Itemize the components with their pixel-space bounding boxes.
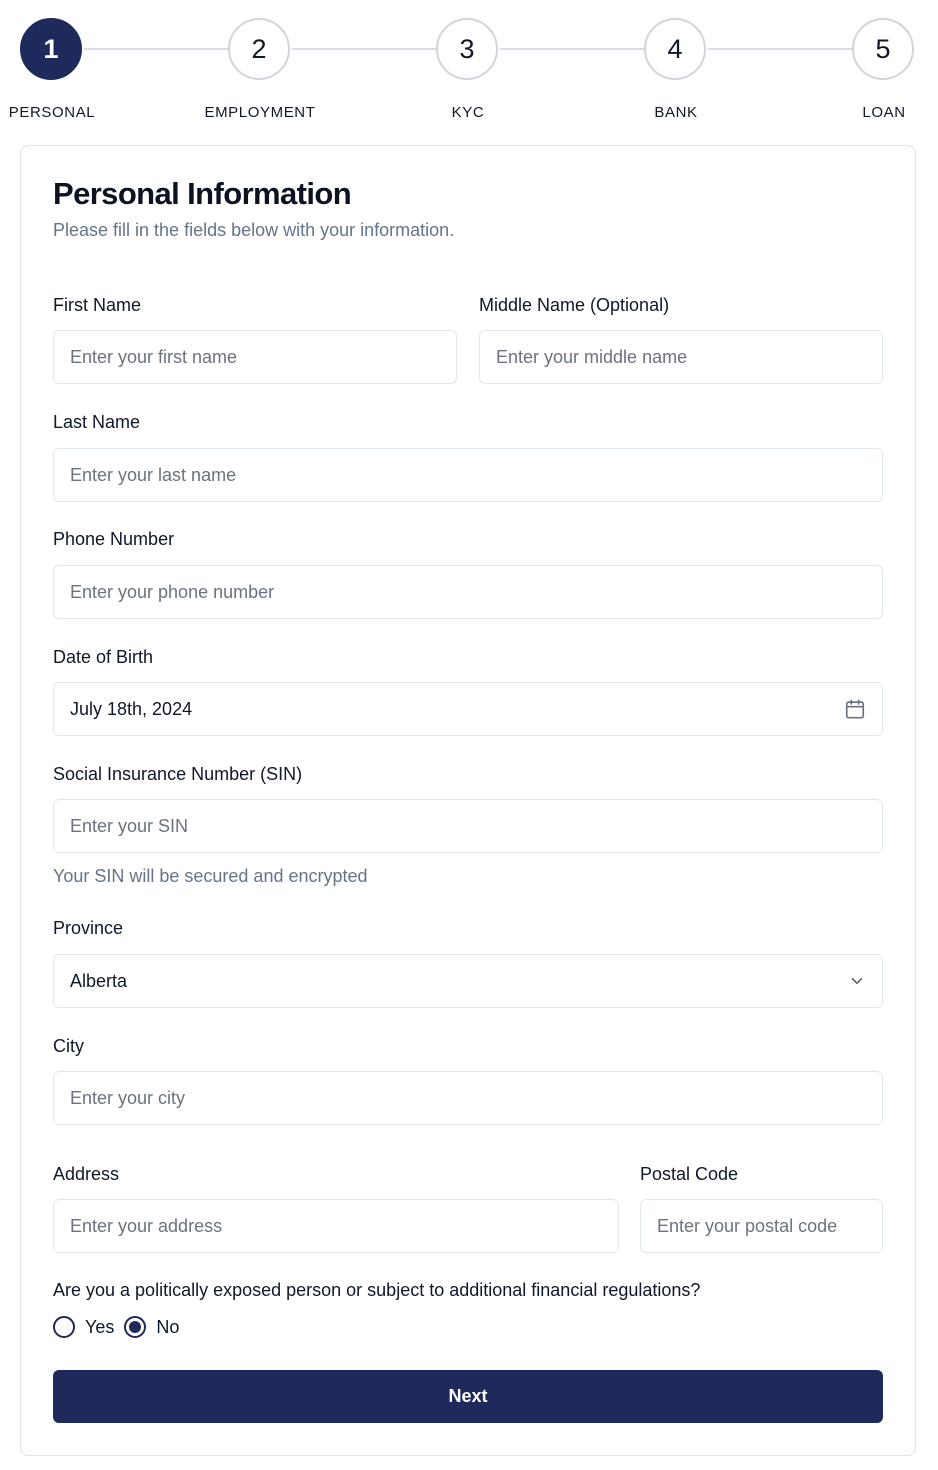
address-input[interactable] — [53, 1199, 619, 1253]
first-name-label: First Name — [53, 295, 142, 315]
step-5-indicator[interactable]: 5 — [852, 18, 914, 80]
dob-label: Date of Birth — [53, 647, 154, 667]
last-name-input[interactable] — [53, 448, 883, 502]
page-title: Personal Information — [53, 176, 352, 211]
step-3-label: KYC — [451, 104, 485, 121]
progress-stepper: 1 2 3 4 5 PERSONAL EMPLOYMENT KYC BANK L… — [0, 0, 938, 130]
pep-radio-group: Yes No — [53, 1316, 189, 1338]
calendar-icon[interactable] — [844, 698, 866, 720]
pep-option-yes[interactable]: Yes — [53, 1316, 114, 1338]
middle-name-label: Middle Name (Optional) — [479, 295, 670, 315]
step-2-label: EMPLOYMENT — [204, 104, 316, 121]
postal-code-label: Postal Code — [640, 1164, 739, 1184]
pep-question: Are you a politically exposed person or … — [53, 1280, 701, 1300]
sin-hint: Your SIN will be secured and encrypted — [53, 866, 368, 886]
step-2-indicator[interactable]: 2 — [228, 18, 290, 80]
province-value: Alberta — [70, 970, 128, 991]
phone-input[interactable] — [53, 565, 883, 619]
province-select[interactable]: Alberta — [53, 954, 883, 1008]
step-connector — [292, 48, 436, 50]
middle-name-input[interactable] — [479, 330, 883, 384]
step-1-label: PERSONAL — [8, 104, 96, 121]
dob-value: July 18th, 2024 — [70, 698, 193, 719]
dob-picker[interactable]: July 18th, 2024 — [53, 682, 883, 736]
postal-code-input[interactable] — [640, 1199, 883, 1253]
step-4-label: BANK — [654, 104, 698, 121]
step-5-label: LOAN — [862, 104, 906, 121]
step-connector — [84, 48, 228, 50]
chevron-down-icon — [848, 972, 866, 990]
sin-input[interactable] — [53, 799, 883, 853]
first-name-input[interactable] — [53, 330, 457, 384]
phone-label: Phone Number — [53, 529, 175, 549]
radio-no[interactable] — [124, 1316, 147, 1338]
next-button[interactable]: Next — [53, 1370, 883, 1423]
page-subtitle: Please fill in the fields below with you… — [53, 220, 455, 240]
last-name-label: Last Name — [53, 412, 141, 432]
step-connector — [500, 48, 644, 50]
city-label: City — [53, 1036, 84, 1056]
province-label: Province — [53, 918, 124, 938]
address-label: Address — [53, 1164, 120, 1184]
radio-yes[interactable] — [53, 1316, 75, 1338]
radio-yes-label: Yes — [85, 1316, 115, 1337]
step-connector — [708, 48, 852, 50]
radio-no-label: No — [156, 1316, 180, 1337]
sin-label: Social Insurance Number (SIN) — [53, 764, 303, 784]
city-input[interactable] — [53, 1071, 883, 1125]
pep-option-no[interactable]: No — [124, 1316, 179, 1338]
step-4-indicator[interactable]: 4 — [644, 18, 706, 80]
step-1-indicator[interactable]: 1 — [20, 18, 82, 80]
step-3-indicator[interactable]: 3 — [436, 18, 498, 80]
